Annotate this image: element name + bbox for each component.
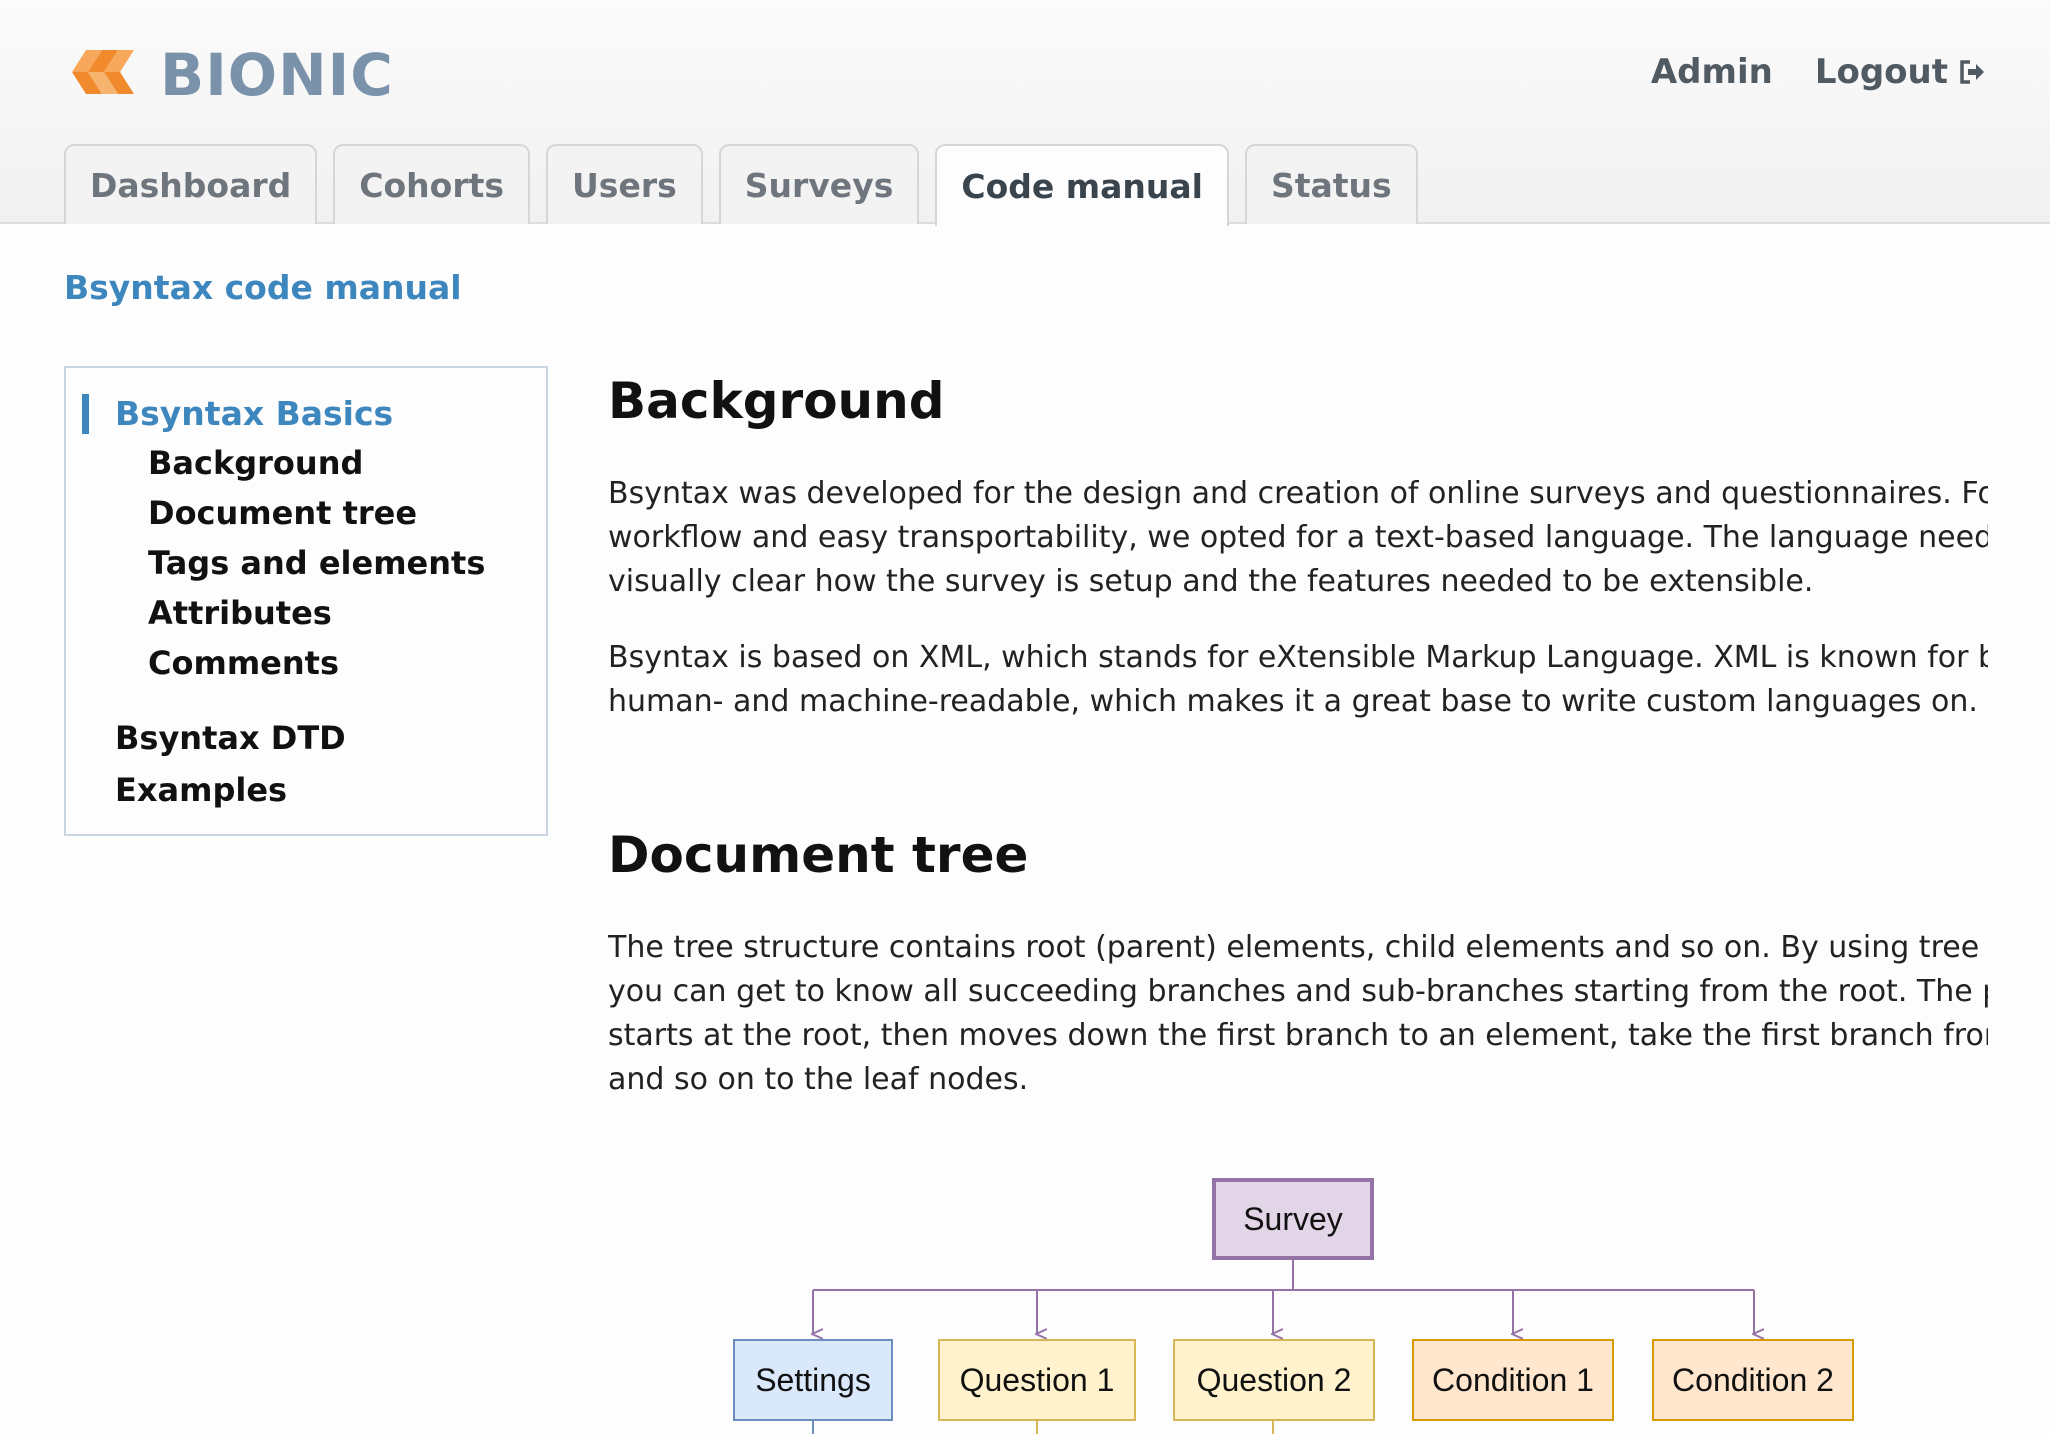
tab-status[interactable]: Status (1244, 144, 1418, 224)
tab-surveys[interactable]: Surveys (718, 144, 920, 224)
tree-node-condition-1: Condition 1 (1412, 1339, 1614, 1421)
tab-code-manual[interactable]: Code manual (935, 144, 1229, 226)
app-header: BIONIC Admin Logout Dashboard Cohorts Us… (0, 0, 2050, 226)
app-name[interactable]: BIONIC (160, 36, 394, 114)
text-line: you can get to know all succeeding branc… (608, 974, 1988, 1009)
sidebar-sections: Bsyntax DTD Examples (115, 712, 346, 816)
sidebar-section-bsyntax-basics[interactable]: Bsyntax Basics (82, 390, 393, 438)
sidebar-item-comments[interactable]: Comments (148, 638, 485, 688)
document-tree-paragraph: The tree structure contains root (parent… (608, 926, 1988, 1102)
logout-icon (1960, 60, 1984, 84)
admin-label: Admin (1650, 52, 1773, 92)
sidebar-item-tags-and-elements[interactable]: Tags and elements (148, 538, 485, 588)
main-tabs: Dashboard Cohorts Users Surveys Code man… (64, 144, 1418, 226)
page-title: Bsyntax code manual (64, 268, 462, 307)
tab-dashboard[interactable]: Dashboard (64, 144, 318, 224)
background-paragraph-2: Bsyntax is based on XML, which stands fo… (608, 636, 1988, 724)
tree-node-question-2: Question 2 (1173, 1339, 1375, 1421)
tree-node-survey: Survey (1212, 1178, 1374, 1260)
tree-node-question-1: Question 1 (938, 1339, 1136, 1421)
tab-users[interactable]: Users (546, 144, 703, 224)
text-line: workflow and easy transportability, we o… (608, 520, 1988, 555)
background-paragraph-1: Bsyntax was developed for the design and… (608, 472, 1988, 604)
tab-cohorts[interactable]: Cohorts (333, 144, 531, 224)
text-line: starts at the root, then moves down the … (608, 1018, 1988, 1053)
sidebar-subitems: Background Document tree Tags and elemen… (148, 438, 485, 688)
tree-node-condition-2: Condition 2 (1652, 1339, 1854, 1421)
sidebar-item-background[interactable]: Background (148, 438, 485, 488)
active-indicator (82, 394, 89, 434)
background-heading: Background (608, 372, 945, 430)
logout-label: Logout (1814, 52, 1948, 92)
document-tree-diagram: Survey Settings Question 1 Question 2 Co… (608, 1120, 1988, 1434)
sidebar-item-examples[interactable]: Examples (115, 764, 346, 816)
sidebar-section-label: Bsyntax Basics (115, 394, 394, 433)
text-line: The tree structure contains root (parent… (608, 930, 1988, 965)
manual-content: Background Bsyntax was developed for the… (608, 360, 1988, 1434)
text-line: and so on to the leaf nodes. (608, 1062, 1029, 1097)
text-line: visually clear how the survey is setup a… (608, 564, 1814, 599)
manual-sidebar: Bsyntax Basics Background Document tree … (64, 366, 548, 836)
sidebar-item-document-tree[interactable]: Document tree (148, 488, 485, 538)
sidebar-item-attributes[interactable]: Attributes (148, 588, 485, 638)
bionic-logo-icon[interactable] (68, 44, 142, 100)
logout-link[interactable]: Logout (1815, 48, 1986, 96)
tree-node-settings: Settings (733, 1339, 893, 1421)
text-line: human- and machine-readable, which makes… (608, 684, 1978, 719)
text-line: Bsyntax was developed for the design and… (608, 476, 1988, 511)
text-line: Bsyntax is based on XML, which stands fo… (608, 640, 1988, 675)
document-tree-heading: Document tree (608, 826, 1029, 884)
sidebar-item-bsyntax-dtd[interactable]: Bsyntax DTD (115, 712, 346, 764)
admin-link[interactable]: Admin (1651, 48, 1773, 96)
top-nav: Admin Logout (1651, 48, 1986, 96)
